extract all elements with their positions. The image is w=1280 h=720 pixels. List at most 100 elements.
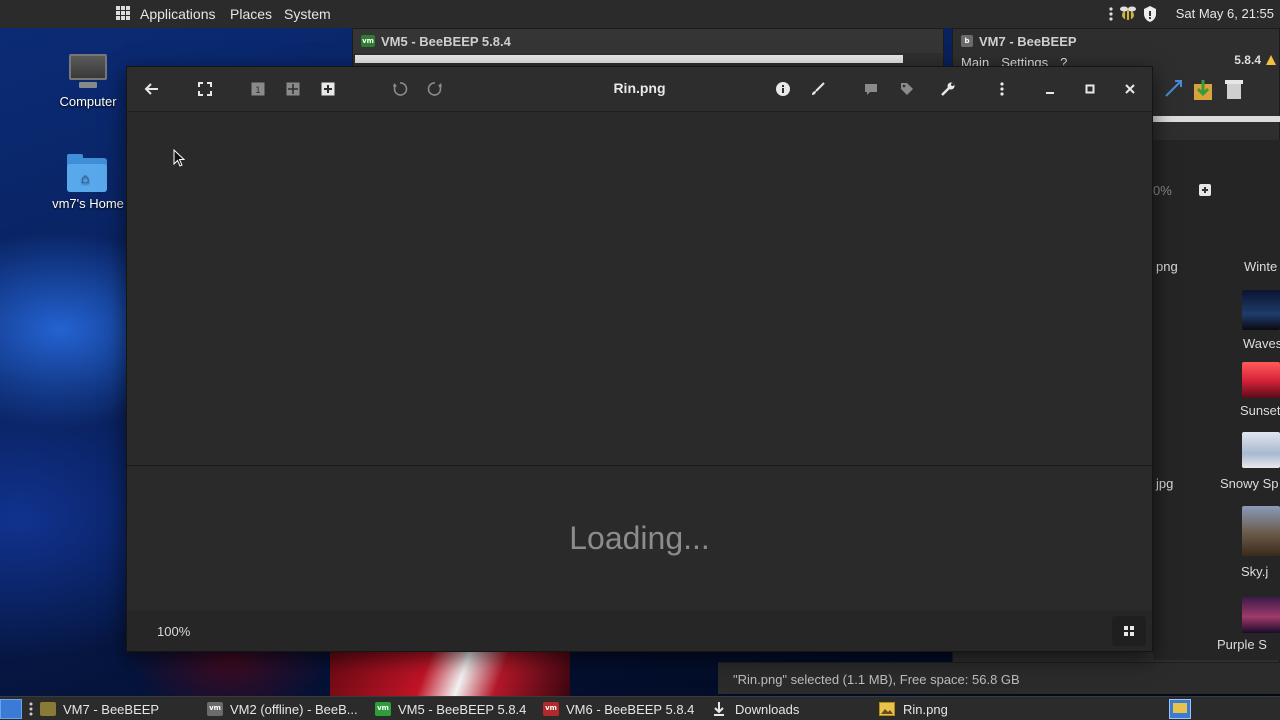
files-toolbar-strip bbox=[1153, 116, 1280, 122]
maximize-button[interactable] bbox=[1075, 75, 1105, 103]
kebab-menu-icon bbox=[1000, 82, 1004, 96]
taskbar-item-label: VM2 (offline) - BeeB... bbox=[230, 701, 358, 717]
thumbnail-image[interactable] bbox=[1242, 362, 1280, 398]
thumbnail-image[interactable] bbox=[1242, 597, 1280, 633]
info-button[interactable] bbox=[768, 75, 798, 103]
zoom-level[interactable]: 100% bbox=[157, 624, 190, 639]
download-icon bbox=[714, 702, 724, 716]
thumbnail-image[interactable] bbox=[1242, 290, 1280, 330]
vm-app-icon: vm bbox=[375, 702, 391, 716]
taskbar-item-vm7[interactable]: VM7 - BeeBEEP bbox=[40, 697, 159, 720]
home-folder-icon: ⌂ bbox=[67, 154, 109, 192]
comment-button[interactable] bbox=[856, 75, 886, 103]
warning-icon bbox=[1266, 55, 1276, 65]
beebeep-icon: b bbox=[961, 35, 973, 47]
top-panel: Applications Places System Sat May 6, 21… bbox=[0, 0, 1280, 28]
single-view-button[interactable]: 1 bbox=[243, 75, 273, 103]
fullscreen-button[interactable] bbox=[190, 75, 220, 103]
rotate-right-icon bbox=[427, 82, 442, 96]
arrow-left-icon bbox=[144, 83, 158, 95]
window-vm5-titlebar[interactable]: vm VM5 - BeeBEEP 5.8.4 bbox=[353, 29, 943, 53]
tray-area bbox=[1108, 4, 1158, 24]
archive-icon[interactable] bbox=[1191, 78, 1215, 102]
comment-icon bbox=[865, 84, 877, 95]
file-label-jpg[interactable]: jpg bbox=[1156, 476, 1173, 491]
edit-button[interactable] bbox=[803, 75, 833, 103]
files-panel: 0% png jpg Winte Waves Sunset Snowy Sp S… bbox=[1153, 80, 1280, 660]
image-canvas[interactable] bbox=[127, 113, 1152, 465]
add-button[interactable] bbox=[313, 75, 343, 103]
mouse-cursor-icon bbox=[173, 149, 186, 167]
menu-applications[interactable]: Applications bbox=[140, 6, 216, 22]
thumbnail-label[interactable]: Waves bbox=[1243, 336, 1280, 351]
taskbar-item-label: Downloads bbox=[735, 701, 800, 717]
rotate-left-button[interactable] bbox=[385, 75, 415, 103]
desktop-icon-computer[interactable]: Computer bbox=[38, 54, 138, 109]
taskbar-handle-icon bbox=[29, 702, 33, 716]
status-text: "Rin.png" selected (1.1 MB), Free space:… bbox=[733, 672, 1020, 687]
wrench-icon bbox=[941, 82, 955, 96]
tag-button[interactable] bbox=[892, 75, 922, 103]
thumbnail-image[interactable] bbox=[1242, 506, 1280, 556]
grid-view-button[interactable] bbox=[278, 75, 308, 103]
thumbnail-label[interactable]: Sunset bbox=[1240, 403, 1280, 418]
zoom-in-icon[interactable] bbox=[1199, 184, 1211, 196]
tray-menu-icon[interactable] bbox=[1108, 6, 1114, 22]
thumbnail-label[interactable]: Sky.j bbox=[1241, 564, 1268, 579]
zoom-fragment: 0% bbox=[1153, 183, 1172, 198]
taskbar-item-label: VM5 - BeeBEEP 5.8.4 bbox=[398, 701, 527, 717]
taskbar-item-label: Rin.png bbox=[903, 701, 948, 717]
thumbnail-label[interactable]: Winte bbox=[1244, 259, 1277, 274]
loading-text: Loading... bbox=[569, 520, 710, 556]
svg-text:1: 1 bbox=[255, 86, 261, 96]
shield-icon[interactable] bbox=[1142, 5, 1158, 23]
tools-button[interactable] bbox=[933, 75, 963, 103]
workspace-switcher-icon[interactable] bbox=[1169, 699, 1191, 719]
rotate-right-button[interactable] bbox=[420, 75, 450, 103]
taskbar-item-downloads[interactable]: Downloads bbox=[711, 697, 799, 720]
window-vm7-titlebar[interactable]: b VM7 - BeeBEEP bbox=[953, 29, 1279, 53]
grid-icon bbox=[1124, 626, 1134, 636]
grid-view-icon bbox=[286, 82, 300, 96]
taskbar-item-vm5[interactable]: vm VM5 - BeeBEEP 5.8.4 bbox=[375, 697, 526, 720]
maximize-icon bbox=[1085, 84, 1095, 94]
image-viewer-window[interactable]: 1 Rin.png Loading... 100% bbox=[126, 66, 1153, 652]
paintbrush-icon bbox=[812, 82, 825, 95]
info-icon bbox=[776, 82, 790, 96]
vm7-version: 5.8.4 bbox=[1234, 53, 1261, 67]
thumbnail-image[interactable] bbox=[1242, 432, 1280, 468]
desktop-icon-label: Computer bbox=[59, 94, 117, 109]
taskbar-item-label: VM7 - BeeBEEP bbox=[63, 701, 160, 717]
taskbar-item-vm6[interactable]: vm VM6 - BeeBEEP 5.8.4 bbox=[543, 697, 694, 720]
more-menu-button[interactable] bbox=[987, 75, 1017, 103]
taskbar-item-vm2[interactable]: vm VM2 (offline) - BeeB... bbox=[207, 697, 358, 720]
taskbar-item-label: VM6 - BeeBEEP 5.8.4 bbox=[566, 701, 695, 717]
toolbar-arrows-icon[interactable] bbox=[1163, 78, 1185, 100]
menu-places[interactable]: Places bbox=[230, 6, 272, 22]
file-label-png[interactable]: png bbox=[1156, 259, 1178, 274]
beebeep-icon bbox=[40, 702, 56, 716]
menu-system[interactable]: System bbox=[284, 6, 331, 22]
close-button[interactable] bbox=[1115, 75, 1145, 103]
thumbnail-label[interactable]: Snowy Sp bbox=[1220, 476, 1279, 491]
minimize-icon bbox=[1046, 92, 1054, 94]
taskbar-item-rin-png[interactable]: Rin.png bbox=[879, 697, 948, 720]
beebeep-tray-icon[interactable] bbox=[1118, 5, 1138, 23]
minimize-button[interactable] bbox=[1035, 75, 1065, 103]
computer-icon bbox=[67, 54, 109, 90]
window-vm5[interactable]: vm VM5 - BeeBEEP 5.8.4 bbox=[352, 28, 944, 68]
trash-icon[interactable] bbox=[1223, 78, 1245, 100]
desktop-icon-home[interactable]: ⌂ vm7's Home bbox=[38, 154, 138, 211]
window-vm7-title: VM7 - BeeBEEP bbox=[979, 33, 1077, 49]
gallery-toggle-button[interactable] bbox=[1112, 616, 1146, 646]
show-desktop-button[interactable] bbox=[0, 699, 22, 719]
image-file-icon bbox=[879, 702, 895, 716]
thumbnail-label[interactable]: Purple S bbox=[1217, 637, 1267, 652]
fullscreen-icon bbox=[198, 82, 212, 96]
plus-box-icon bbox=[321, 82, 335, 96]
back-button[interactable] bbox=[137, 75, 167, 103]
apps-grid-icon[interactable] bbox=[116, 6, 130, 20]
tag-icon bbox=[901, 83, 913, 95]
clock[interactable]: Sat May 6, 21:55 bbox=[1176, 6, 1274, 21]
bottom-panel: VM7 - BeeBEEP vm VM2 (offline) - BeeB...… bbox=[0, 696, 1280, 720]
